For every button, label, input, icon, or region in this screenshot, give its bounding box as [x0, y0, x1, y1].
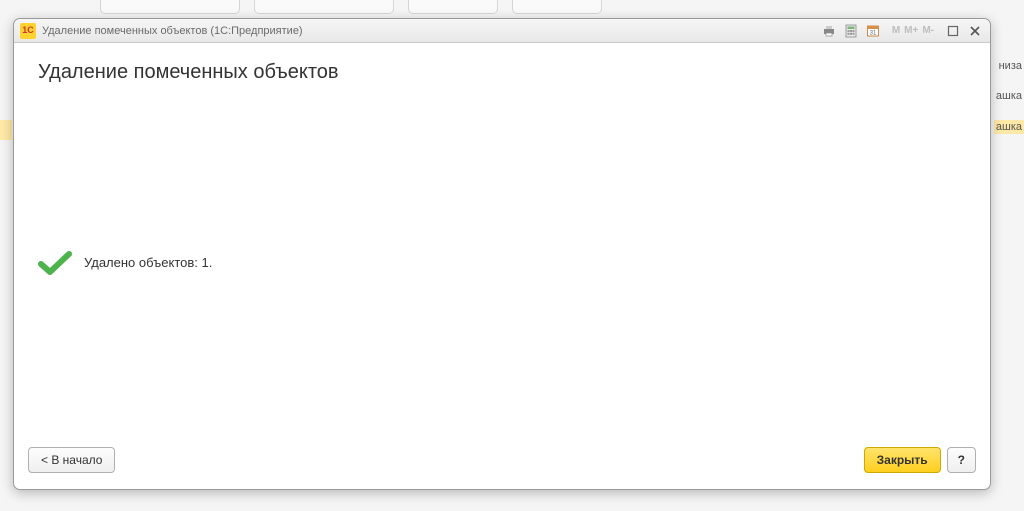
background-text-fragment: низа	[999, 60, 1024, 72]
titlebar: 1С Удаление помеченных объектов (1С:Пред…	[14, 19, 990, 43]
close-button[interactable]: Закрыть	[864, 447, 941, 473]
background-tab	[254, 0, 394, 14]
page-title: Удаление помеченных объектов	[38, 61, 966, 84]
memory-mplus-button[interactable]: M+	[902, 25, 920, 36]
result-row: Удалено объектов: 1.	[38, 250, 212, 274]
background-tabs	[100, 0, 602, 14]
dialog-body: Удалено объектов: 1.	[38, 98, 966, 425]
titlebar-toolbar: 31 M M+ M-	[820, 23, 984, 39]
memory-buttons-group: M M+ M-	[890, 25, 936, 36]
background-text-fragment: ашка	[996, 90, 1024, 102]
calculator-icon[interactable]	[842, 23, 860, 39]
dialog-footer: < В начало Закрыть ?	[14, 435, 990, 489]
app-logo-text: 1С	[22, 26, 34, 35]
print-icon[interactable]	[820, 23, 838, 39]
window-title: Удаление помеченных объектов (1С:Предпри…	[42, 25, 820, 37]
memory-m-button[interactable]: M	[890, 25, 902, 36]
dialog-content: Удаление помеченных объектов Удалено объ…	[14, 43, 990, 435]
background-tab	[512, 0, 602, 14]
background-highlight	[0, 120, 12, 140]
dialog-window: 1С Удаление помеченных объектов (1С:Пред…	[13, 18, 991, 490]
background-text-fragment: ашка	[994, 120, 1024, 134]
maximize-icon[interactable]	[944, 23, 962, 39]
memory-mminus-button[interactable]: M-	[920, 25, 936, 36]
back-button[interactable]: < В начало	[28, 447, 115, 473]
checkmark-icon	[38, 250, 70, 274]
close-icon[interactable]	[966, 23, 984, 39]
help-button[interactable]: ?	[947, 447, 976, 473]
svg-text:31: 31	[869, 30, 876, 36]
result-text: Удалено объектов: 1.	[84, 255, 212, 270]
background-tab	[100, 0, 240, 14]
app-logo-icon: 1С	[20, 23, 36, 39]
background-tab	[408, 0, 498, 14]
calendar-icon[interactable]: 31	[864, 23, 882, 39]
